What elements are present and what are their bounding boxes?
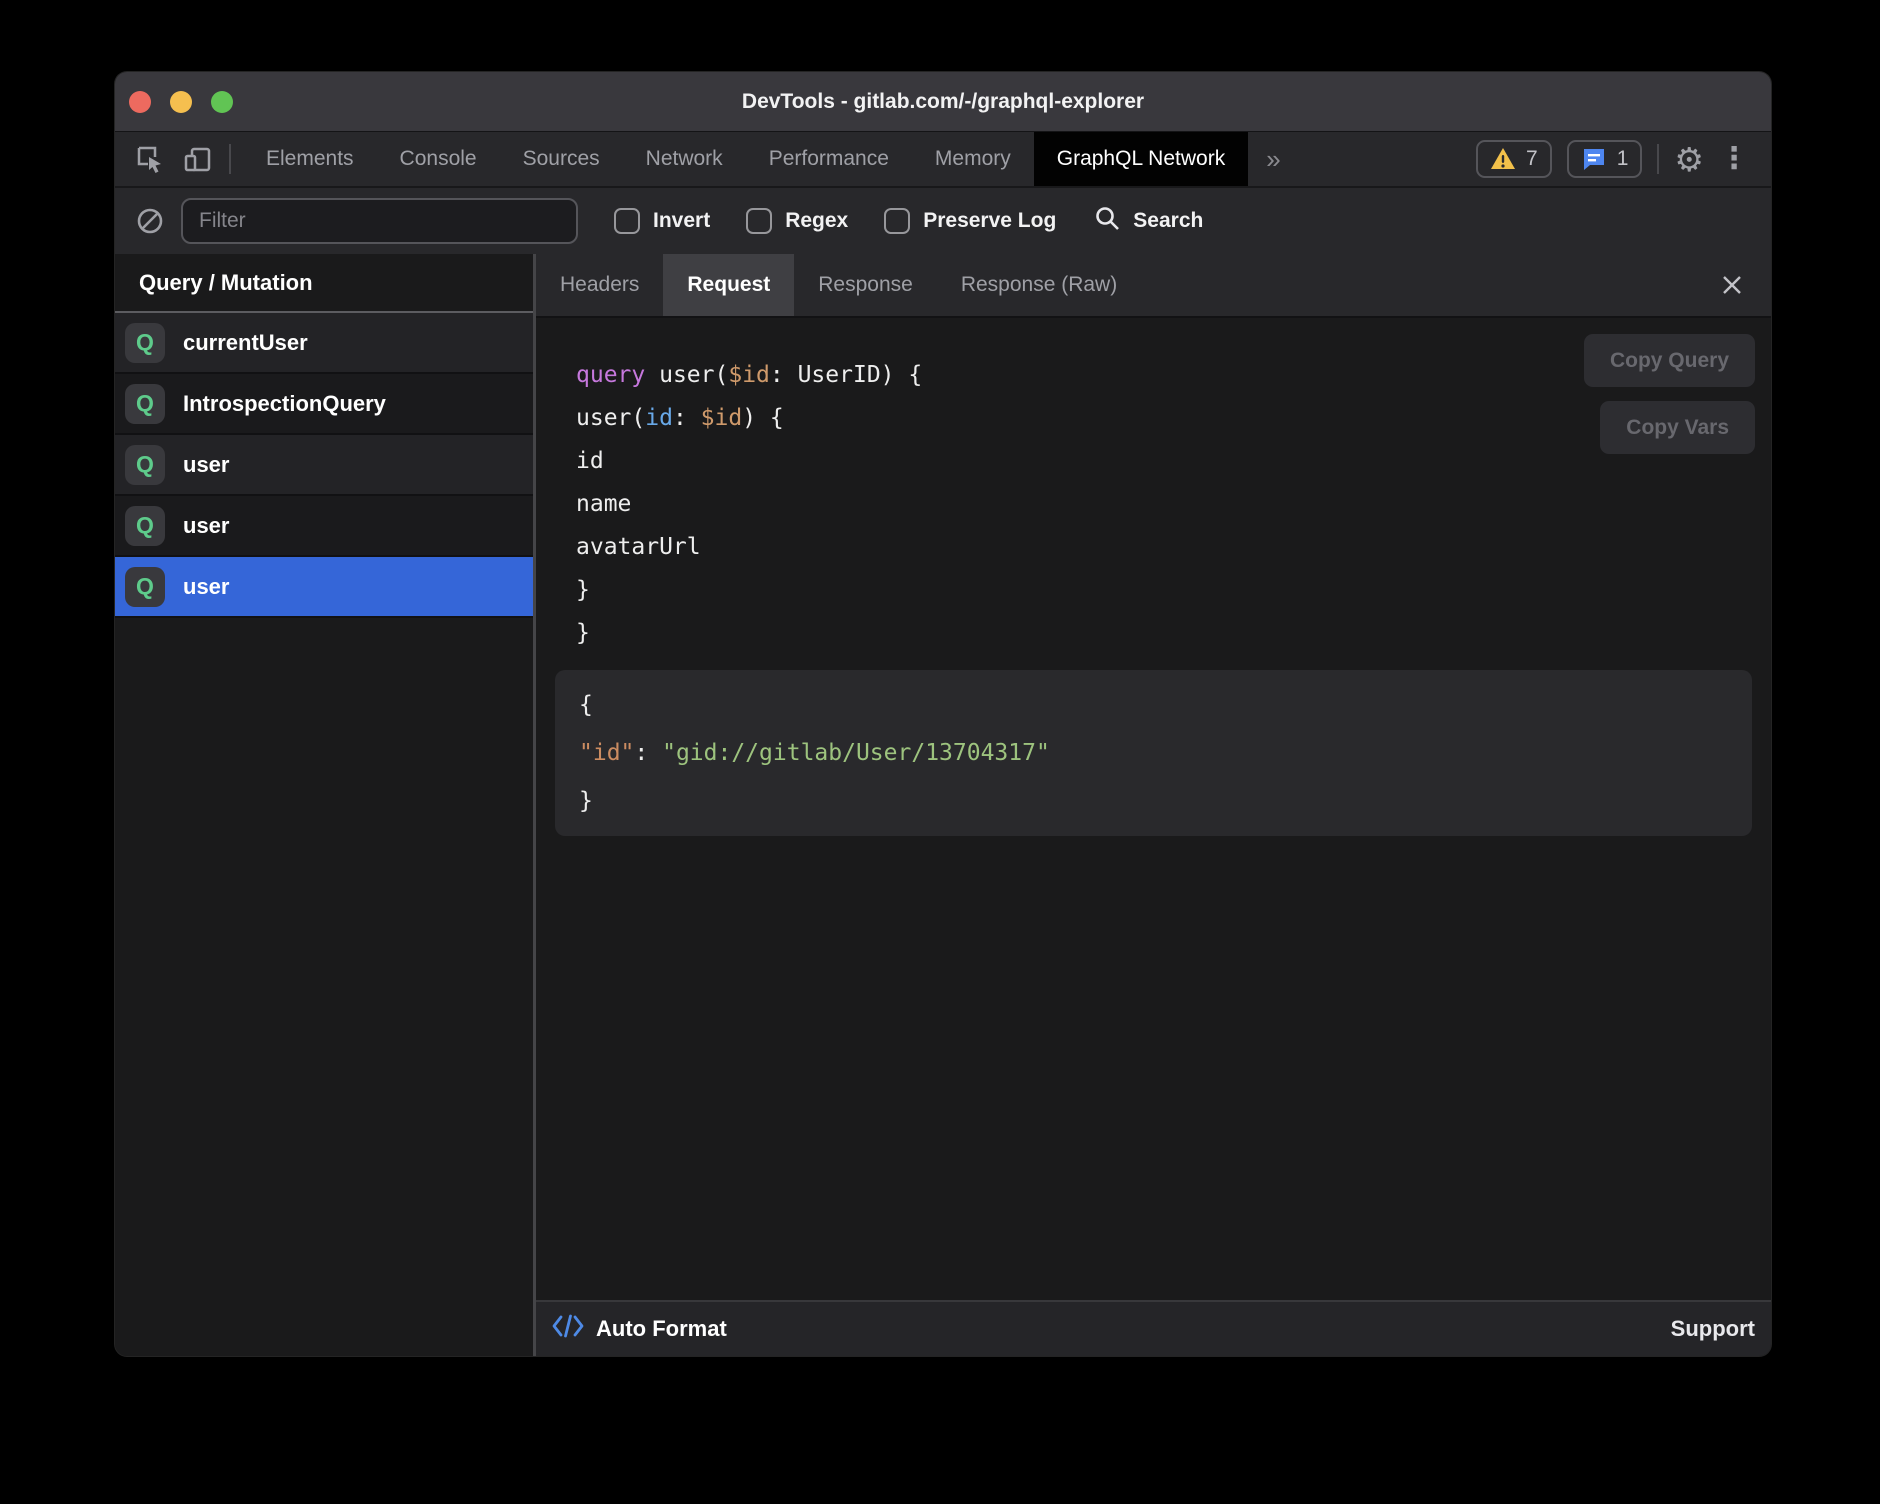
issues-badge[interactable]: 1 — [1567, 140, 1643, 178]
title-bar: DevTools - gitlab.com/-/graphql-explorer — [115, 72, 1771, 132]
query-list-item-currentuser-0[interactable]: QcurrentUser — [115, 313, 533, 374]
auto-format-label: Auto Format — [596, 1316, 727, 1342]
checkbox-invert[interactable]: Invert — [614, 208, 710, 234]
query-list-item-user-2[interactable]: Quser — [115, 435, 533, 496]
query-name-label: user — [183, 513, 229, 539]
devtools-panel-tabs: ElementsConsoleSourcesNetworkPerformance… — [243, 132, 1248, 186]
query-name-label: IntrospectionQuery — [183, 391, 386, 417]
warnings-badge[interactable]: 7 — [1476, 140, 1552, 178]
inspect-element-icon[interactable] — [135, 144, 165, 174]
toolbar-divider — [229, 144, 231, 174]
close-window-button[interactable] — [129, 91, 151, 113]
close-detail-icon[interactable] — [1715, 268, 1749, 302]
message-icon — [1581, 146, 1607, 172]
panel-tab-graphql-network[interactable]: GraphQL Network — [1034, 132, 1248, 186]
query-type-badge: Q — [125, 323, 165, 363]
checkbox-box[interactable] — [884, 208, 910, 234]
devtools-window: DevTools - gitlab.com/-/graphql-explorer… — [115, 72, 1771, 1356]
query-variables-box: { "id": "gid://gitlab/User/13704317"} — [555, 670, 1752, 836]
window-title: DevTools - gitlab.com/-/graphql-explorer — [742, 90, 1144, 114]
query-name-label: user — [183, 452, 229, 478]
panel-tab-console[interactable]: Console — [377, 132, 500, 186]
checkbox-preserve-log[interactable]: Preserve Log — [884, 208, 1056, 234]
search-label: Search — [1133, 209, 1203, 233]
detail-footer: Auto Format Support — [536, 1300, 1771, 1356]
devtools-toolbar: ElementsConsoleSourcesNetworkPerformance… — [115, 132, 1771, 186]
panel-tab-memory[interactable]: Memory — [912, 132, 1034, 186]
checkbox-box[interactable] — [614, 208, 640, 234]
support-link[interactable]: Support — [1671, 1316, 1755, 1342]
checkbox-box[interactable] — [746, 208, 772, 234]
auto-format-button[interactable]: Auto Format — [552, 1313, 727, 1345]
checkbox-label: Preserve Log — [923, 209, 1056, 233]
more-tabs-button[interactable]: » — [1248, 132, 1298, 186]
detail-tab-response-raw[interactable]: Response (Raw) — [937, 254, 1141, 316]
device-toolbar-icon[interactable] — [183, 144, 213, 174]
copy-query-button[interactable]: Copy Query — [1584, 334, 1755, 387]
detail-tabs: HeadersRequestResponseResponse (Raw) — [536, 254, 1771, 316]
search-control[interactable]: Search — [1094, 205, 1203, 238]
filter-input[interactable] — [181, 198, 578, 244]
query-type-badge: Q — [125, 506, 165, 546]
settings-gear-icon[interactable]: ⚙ — [1674, 143, 1704, 176]
toolbar-divider — [1657, 144, 1659, 174]
panel-tab-elements[interactable]: Elements — [243, 132, 377, 186]
panel-tab-performance[interactable]: Performance — [746, 132, 912, 186]
query-list-item-introspectionquery-1[interactable]: Q IntrospectionQuery — [115, 374, 533, 435]
detail-tab-response[interactable]: Response — [794, 254, 937, 316]
query-list-item-user-4[interactable]: Quser — [115, 557, 533, 618]
customize-menu-icon[interactable]: ⋮ — [1719, 144, 1749, 174]
zoom-window-button[interactable] — [211, 91, 233, 113]
sidebar-header: Query / Mutation — [115, 254, 533, 313]
query-type-badge: Q — [125, 445, 165, 485]
clear-block-icon[interactable] — [135, 206, 165, 236]
issues-count: 1 — [1617, 147, 1629, 171]
checkbox-label: Regex — [785, 209, 848, 233]
network-filter-bar: Invert Regex Preserve Log Search — [115, 186, 1771, 254]
minimize-window-button[interactable] — [170, 91, 192, 113]
warning-icon — [1490, 147, 1516, 171]
checkbox-regex[interactable]: Regex — [746, 208, 848, 234]
request-tab-content: query user($id: UserID) { user(id: $id) … — [536, 316, 1771, 1300]
request-detail-pane: HeadersRequestResponseResponse (Raw) que… — [536, 254, 1771, 1356]
warnings-count: 7 — [1526, 147, 1538, 171]
query-list-sidebar: Query / Mutation QcurrentUserQIntrospect… — [115, 254, 533, 1356]
query-list-item-user-3[interactable]: Quser — [115, 496, 533, 557]
detail-tab-request[interactable]: Request — [663, 254, 794, 316]
traffic-lights — [129, 72, 233, 131]
query-name-label: currentUser — [183, 330, 308, 356]
search-icon — [1094, 205, 1121, 238]
query-type-badge: Q — [125, 384, 165, 424]
panel-tab-network[interactable]: Network — [623, 132, 746, 186]
panel-tab-sources[interactable]: Sources — [500, 132, 623, 186]
detail-tab-headers[interactable]: Headers — [536, 254, 663, 316]
code-brackets-icon — [552, 1313, 584, 1345]
query-type-badge: Q — [125, 567, 165, 607]
checkbox-label: Invert — [653, 209, 710, 233]
query-name-label: user — [183, 574, 229, 600]
copy-vars-button[interactable]: Copy Vars — [1600, 401, 1755, 454]
